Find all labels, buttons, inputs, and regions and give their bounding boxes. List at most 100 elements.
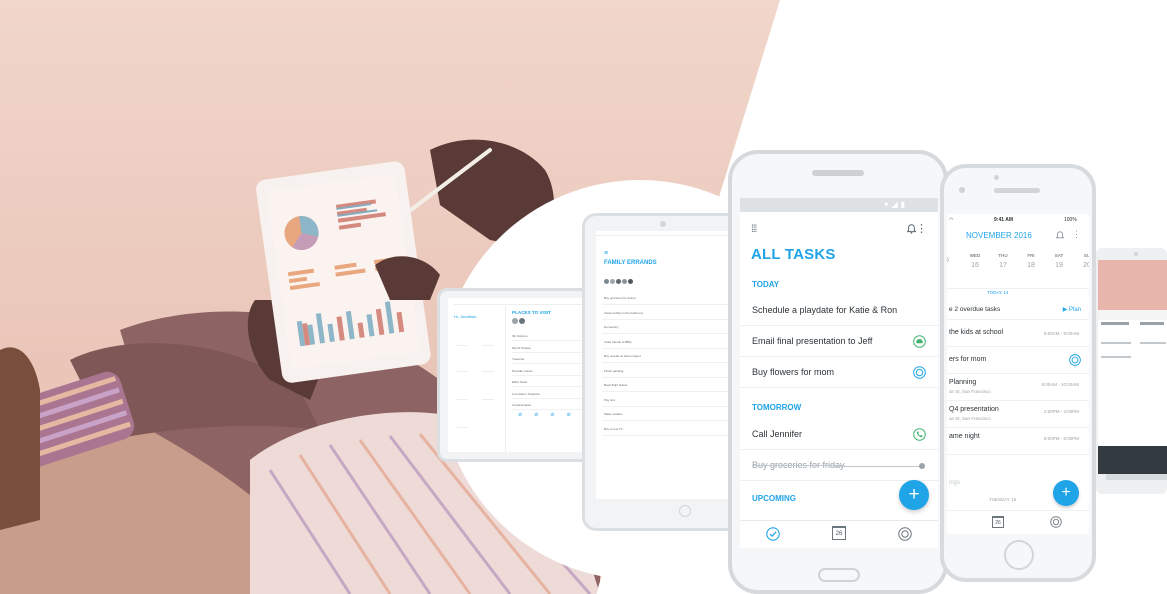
event-row[interactable]: Q4 presentation an St, San Francisco 2:0… [947, 402, 1089, 428]
event-time: 8:00PM - 9:00PM [1043, 436, 1079, 441]
grid-menu-icon[interactable]: ⁞⁞⁞ [751, 224, 757, 235]
event-title: ers for mom [949, 356, 987, 363]
date-label: 20 [1083, 262, 1089, 269]
list-item-label: Buy groceries for dinner [604, 296, 636, 300]
bell-icon[interactable] [907, 224, 916, 234]
main-phone-device: ▾◢▮ ⁞⁞⁞ ⋮ ALL TASKS TODAY Schedule a pla… [728, 150, 948, 594]
tab-icons: ⊘⊘⊘⊘ [518, 412, 583, 418]
event-location: an St, San Francisco [949, 389, 991, 394]
weekday-label: FRI [1027, 253, 1035, 258]
list-item[interactable]: SF, Dolores [512, 330, 588, 341]
day-column[interactable]: 5 [947, 253, 957, 264]
speaker [812, 170, 864, 176]
target-icon[interactable] [898, 527, 912, 541]
menu-icon[interactable]: ≡ [604, 250, 608, 257]
greeting-label: Hi, Jonathan [454, 314, 477, 319]
list-item[interactable]: Clean bottles in the bathroom [602, 306, 742, 320]
month-title[interactable]: NOVEMBER 2016 [966, 231, 1032, 240]
task-row[interactable]: Call Jennifer [740, 420, 938, 450]
event-title: the kids at school [949, 329, 1004, 336]
list-item[interactable]: Presidio Center [512, 365, 588, 376]
bell-icon[interactable] [1056, 231, 1064, 240]
list-item-label: Do laundry [604, 325, 619, 329]
list-item[interactable]: Eiffel Tower [512, 376, 588, 387]
list-item[interactable]: Mount Shasta [512, 342, 588, 353]
avatar [512, 318, 518, 324]
collaborator-avatars [604, 271, 633, 289]
status-bar [454, 301, 582, 305]
add-task-button[interactable]: + [1053, 480, 1079, 506]
overdue-text: e 2 overdue tasks [949, 306, 1001, 313]
more-options-icon[interactable]: ⋮ [916, 222, 927, 235]
weekday-label: SAT [1054, 253, 1064, 258]
home-button[interactable] [818, 568, 860, 582]
camera [660, 221, 666, 227]
list-item-label: SF, Dolores [512, 334, 528, 338]
check-circle-icon[interactable] [766, 527, 780, 541]
status-icons: ▾◢▮ [884, 200, 908, 209]
sensor [994, 175, 999, 180]
day-column[interactable]: FRI 18 [1021, 253, 1041, 269]
list-item[interactable]: Invite friends to BBQ [602, 335, 742, 349]
section-tomorrow: TOMORROW [752, 403, 802, 412]
list-item[interactable]: Cal landmarks [512, 399, 588, 410]
task-text: Buy flowers for mom [752, 367, 835, 377]
task-row-completed[interactable]: Buy groceries for friday [740, 451, 938, 481]
more-options-icon[interactable]: ⋮ [1072, 229, 1081, 240]
task-text: Schedule a playdate for Katie & Ron [752, 305, 898, 315]
day-column[interactable]: THU 17 [993, 253, 1013, 269]
middle-tablet-device: ≡ FAMILY ERRANDS Buy groceries for dinne… [582, 213, 752, 531]
list-item[interactable]: Pay rent [602, 393, 742, 407]
task-text: Email final presentation to Jeff [752, 336, 873, 346]
event-row[interactable]: ame night 8:00PM - 9:00PM [947, 429, 1089, 455]
avatar [519, 318, 525, 324]
overdue-row[interactable]: e 2 overdue tasks ▶ Plan [947, 298, 1089, 320]
date-label: 16 [971, 262, 979, 269]
list-title: FAMILY ERRANDS [604, 260, 657, 266]
home-button[interactable] [679, 505, 691, 517]
task-row[interactable]: Email final presentation to Jeff [740, 327, 938, 357]
phone-icon[interactable] [913, 428, 926, 441]
event-row[interactable]: the kids at school 8:00AM - 9:00AM [947, 321, 1089, 347]
location-icon[interactable] [913, 366, 926, 379]
list-item[interactable]: Buy groceries for dinner [602, 291, 742, 305]
calendar-icon[interactable]: 26 [992, 516, 1004, 528]
calendar-day-label: 26 [835, 531, 843, 537]
list-item-label: Finish painting [604, 368, 624, 373]
list-item[interactable]: Finish painting [602, 364, 742, 378]
list-item-label: Buy a new TV [604, 426, 623, 431]
location-icon[interactable] [1069, 354, 1081, 366]
day-column[interactable]: SU 20 [1077, 253, 1089, 269]
list-item[interactable]: Make cookies [602, 407, 742, 421]
list-item[interactable]: Buy a new TV [602, 422, 742, 436]
car-icon[interactable] [913, 335, 926, 348]
page-title: ALL TASKS [751, 246, 836, 263]
list-item[interactable]: Yosemite [512, 353, 588, 364]
add-task-button[interactable]: + [899, 480, 929, 510]
section-today: TODAY [752, 280, 780, 289]
list-item[interactable]: Book flight tickets [602, 378, 742, 392]
event-row[interactable]: ers for mom [947, 348, 1089, 374]
event-title: Q4 presentation [949, 406, 999, 413]
date-label: 5 [947, 257, 957, 264]
sidebar: Hi, Jonathan [448, 306, 506, 452]
home-button[interactable] [1004, 540, 1034, 570]
list-item-label: Eiffel Tower [512, 380, 528, 384]
list-item-label: Cal landmarks [512, 403, 532, 407]
list-item[interactable]: Buy cereals at Home Depot [602, 349, 742, 363]
task-text: Call Jennifer [752, 429, 803, 439]
list-item-label: Presidio Center [512, 368, 533, 373]
plan-button[interactable]: ▶ Plan [1063, 306, 1081, 313]
day-column[interactable]: SAT 19 [1049, 253, 1069, 269]
right-phone-device: ◠ 9:41 AM 100% NOVEMBER 2016 ⋮ 5 WED 16 THU… [940, 164, 1096, 582]
list-item[interactable]: Do laundry [602, 320, 742, 334]
list-item[interactable]: Lost Alamo Tarplants [512, 388, 588, 399]
event-time: 8:00AM - 9:00AM [1043, 331, 1079, 336]
target-icon[interactable] [1050, 516, 1062, 528]
strike-line [836, 466, 920, 467]
event-row[interactable]: Planning an St, San Francisco 9:00AM - 1… [947, 375, 1089, 401]
day-column[interactable]: WED 16 [965, 253, 985, 269]
task-row[interactable]: Schedule a playdate for Katie & Ron [740, 296, 938, 326]
task-row[interactable]: Buy flowers for mom [740, 358, 938, 388]
calendar-icon[interactable]: 26 [832, 526, 846, 540]
